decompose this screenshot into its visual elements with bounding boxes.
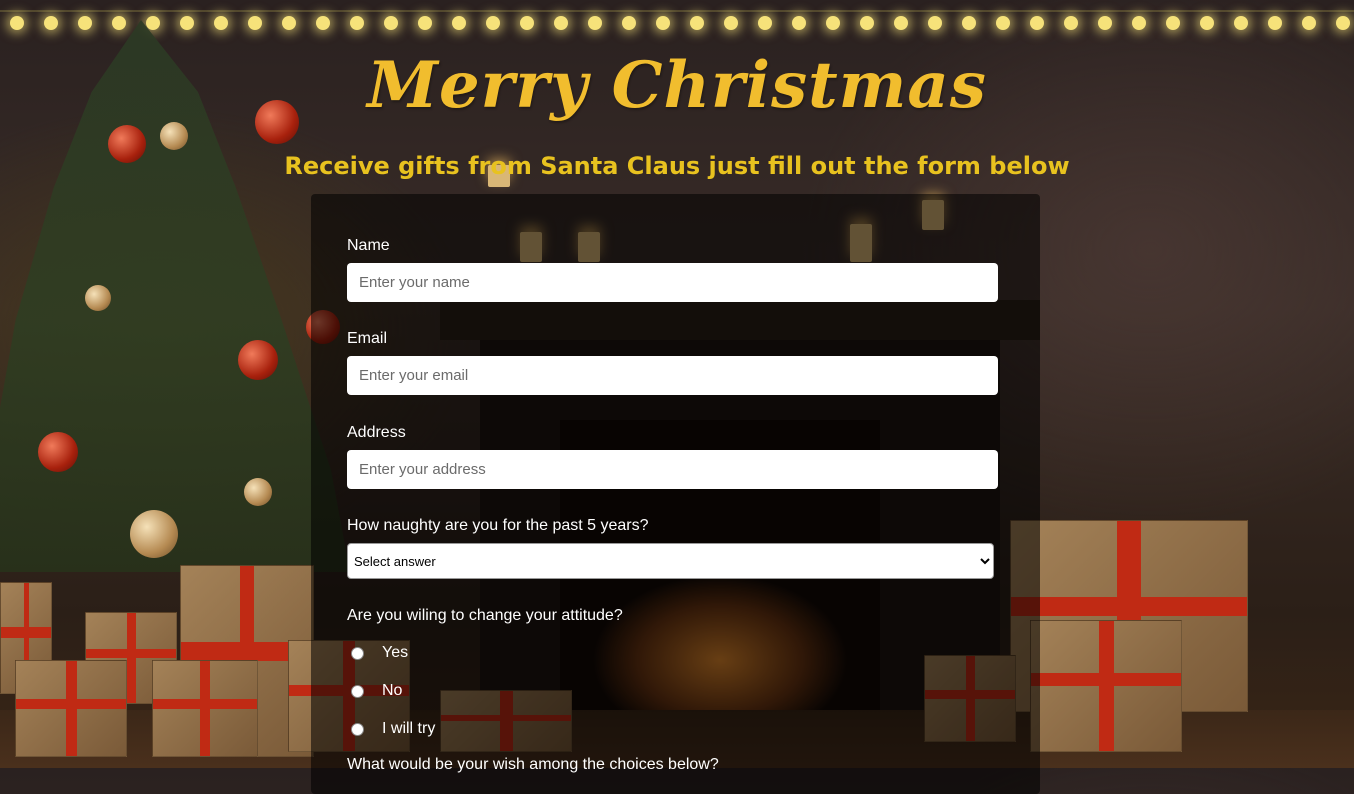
address-label: Address (347, 424, 406, 441)
radio-label: I will try (382, 720, 436, 737)
light-bulb-icon (1200, 16, 1214, 30)
light-bulb-icon (860, 16, 874, 30)
light-bulb-icon (622, 16, 636, 30)
light-bulb-icon (248, 16, 262, 30)
light-bulb-icon (384, 16, 398, 30)
attitude-option-no[interactable]: No (351, 682, 402, 700)
email-input[interactable] (347, 356, 998, 395)
ornament-icon (238, 340, 278, 380)
name-input[interactable] (347, 263, 998, 302)
light-bulb-icon (1234, 16, 1248, 30)
light-bulb-icon (656, 16, 670, 30)
light-bulb-icon (44, 16, 58, 30)
ornament-icon (244, 478, 272, 506)
light-bulb-icon (146, 16, 160, 30)
light-bulb-icon (962, 16, 976, 30)
light-bulb-icon (1132, 16, 1146, 30)
light-bulb-icon (350, 16, 364, 30)
light-bulb-icon (996, 16, 1010, 30)
radio-label: Yes (382, 644, 409, 661)
light-bulb-icon (486, 16, 500, 30)
wish-label: What would be your wish among the choice… (347, 756, 719, 773)
radio-button[interactable] (351, 646, 364, 660)
light-bulb-icon (1064, 16, 1078, 30)
light-bulb-icon (282, 16, 296, 30)
light-bulb-icon (316, 16, 330, 30)
email-label: Email (347, 330, 388, 347)
address-input[interactable] (347, 450, 998, 489)
light-bulb-icon (1336, 16, 1350, 30)
light-bulb-icon (1098, 16, 1112, 30)
light-bulb-icon (1302, 16, 1316, 30)
light-bulb-icon (758, 16, 772, 30)
light-bulb-icon (180, 16, 194, 30)
attitude-label: Are you wiling to change your attitude? (347, 607, 623, 624)
radio-label: No (382, 682, 403, 699)
ornament-icon (38, 432, 78, 472)
light-bulb-icon (214, 16, 228, 30)
naughty-label: How naughty are you for the past 5 years… (347, 517, 649, 534)
gift-box-icon (152, 660, 258, 757)
page-title: Merry Christmas (367, 48, 987, 123)
gift-box-icon (1030, 620, 1182, 752)
light-bulb-icon (112, 16, 126, 30)
radio-button[interactable] (351, 722, 364, 736)
page-subtitle: Receive gifts from Santa Claus just fill… (284, 152, 1070, 180)
naughty-select[interactable]: Select answer (347, 543, 994, 579)
string-lights-wire (0, 10, 1354, 12)
light-bulb-icon (928, 16, 942, 30)
light-bulb-icon (1268, 16, 1282, 30)
light-bulb-icon (10, 16, 24, 30)
light-bulb-icon (418, 16, 432, 30)
light-bulb-icon (724, 16, 738, 30)
attitude-option-i-will-try[interactable]: I will try (351, 720, 435, 738)
light-bulb-icon (78, 16, 92, 30)
light-bulb-icon (690, 16, 704, 30)
name-label: Name (347, 237, 390, 254)
attitude-option-yes[interactable]: Yes (351, 644, 408, 662)
ornament-icon (85, 285, 111, 311)
light-bulb-icon (452, 16, 466, 30)
light-bulb-icon (554, 16, 568, 30)
light-bulb-icon (792, 16, 806, 30)
light-bulb-icon (1166, 16, 1180, 30)
light-bulb-icon (588, 16, 602, 30)
light-bulb-icon (826, 16, 840, 30)
light-bulb-icon (1030, 16, 1044, 30)
radio-button[interactable] (351, 684, 364, 698)
light-bulb-icon (520, 16, 534, 30)
ornament-icon (130, 510, 178, 558)
gift-box-icon (15, 660, 127, 757)
light-bulb-icon (894, 16, 908, 30)
ornament-icon (160, 122, 188, 150)
